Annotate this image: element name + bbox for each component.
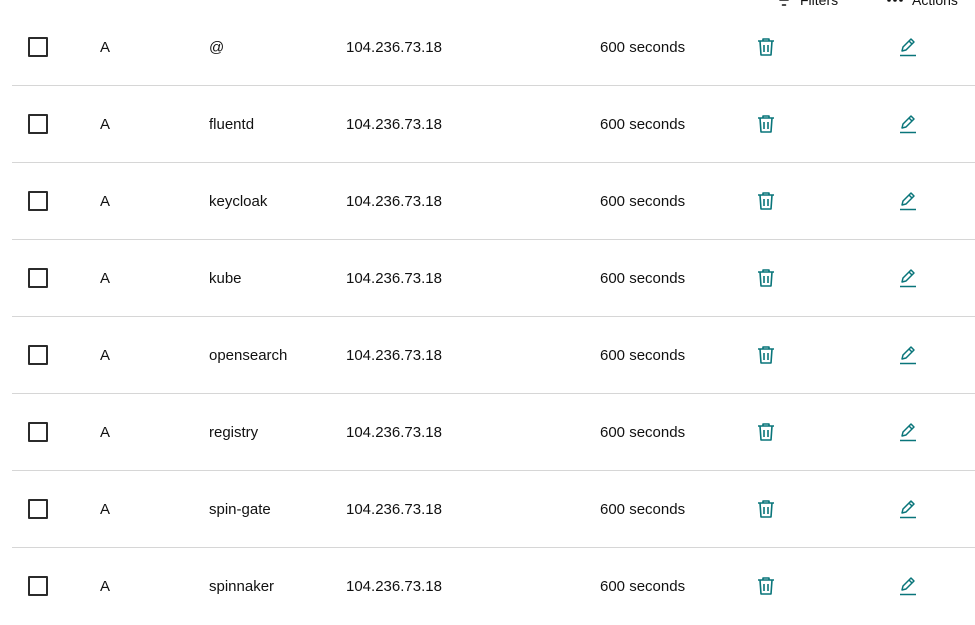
record-ttl: 600 seconds [600,269,686,287]
record-type: A [100,115,111,133]
record-name: kube [209,269,242,287]
pencil-icon[interactable] [898,576,918,596]
row-checkbox[interactable] [28,37,48,57]
table-row: A @ 104.236.73.18 600 seconds [12,9,975,86]
table-row: A keycloak 104.236.73.18 600 seconds [12,163,975,240]
trash-icon[interactable] [756,191,776,211]
pencil-icon[interactable] [898,422,918,442]
record-value: 104.236.73.18 [346,577,442,595]
record-value: 104.236.73.18 [346,500,442,518]
record-value: 104.236.73.18 [346,423,442,441]
record-type: A [100,269,111,287]
row-checkbox[interactable] [28,576,48,596]
table-row: A opensearch 104.236.73.18 600 seconds [12,317,975,394]
record-ttl: 600 seconds [600,423,686,441]
row-checkbox[interactable] [28,345,48,365]
row-checkbox[interactable] [28,191,48,211]
row-checkbox[interactable] [28,114,48,134]
record-value: 104.236.73.18 [346,346,442,364]
record-name: registry [209,423,259,441]
record-name: spinnaker [209,577,275,595]
pencil-icon[interactable] [898,345,918,365]
record-ttl: 600 seconds [600,577,686,595]
record-value: 104.236.73.18 [346,38,442,56]
record-value: 104.236.73.18 [346,269,442,287]
record-type: A [100,500,111,518]
record-name: opensearch [209,346,288,364]
pencil-icon[interactable] [898,499,918,519]
record-value: 104.236.73.18 [346,192,442,210]
pencil-icon[interactable] [898,191,918,211]
record-ttl: 600 seconds [600,346,686,364]
record-value: 104.236.73.18 [346,115,442,133]
trash-icon[interactable] [756,499,776,519]
table-row: A spin-gate 104.236.73.18 600 seconds [12,471,975,548]
filters-label: Filters [800,0,839,8]
record-name: spin-gate [209,500,271,518]
table-row: A spinnaker 104.236.73.18 600 seconds [12,548,975,625]
row-checkbox[interactable] [28,499,48,519]
row-checkbox[interactable] [28,422,48,442]
trash-icon[interactable] [756,345,776,365]
record-name: keycloak [209,192,268,210]
pencil-icon[interactable] [898,37,918,57]
pencil-icon[interactable] [898,114,918,134]
pencil-icon[interactable] [898,268,918,288]
record-name: @ [209,38,225,56]
trash-icon[interactable] [756,114,776,134]
table-toolbar: Filters Actions [0,0,975,8]
record-type: A [100,423,111,441]
record-type: A [100,192,111,210]
filter-icon [776,0,792,7]
table-row: A kube 104.236.73.18 600 seconds [12,240,975,317]
trash-icon[interactable] [756,422,776,442]
record-ttl: 600 seconds [600,115,686,133]
more-horizontal-icon [886,0,904,3]
record-name: fluentd [209,115,255,133]
trash-icon[interactable] [756,37,776,57]
record-ttl: 600 seconds [600,38,686,56]
actions-button[interactable]: Actions [886,0,958,8]
record-type: A [100,38,111,56]
record-type: A [100,346,111,364]
row-checkbox[interactable] [28,268,48,288]
record-ttl: 600 seconds [600,500,686,518]
dns-records-table: A @ 104.236.73.18 600 seconds A fluentd … [12,9,975,625]
table-row: A registry 104.236.73.18 600 seconds [12,394,975,471]
trash-icon[interactable] [756,268,776,288]
actions-label: Actions [912,0,958,8]
trash-icon[interactable] [756,576,776,596]
table-row: A fluentd 104.236.73.18 600 seconds [12,86,975,163]
filters-button[interactable]: Filters [776,0,838,8]
record-ttl: 600 seconds [600,192,686,210]
record-type: A [100,577,111,595]
